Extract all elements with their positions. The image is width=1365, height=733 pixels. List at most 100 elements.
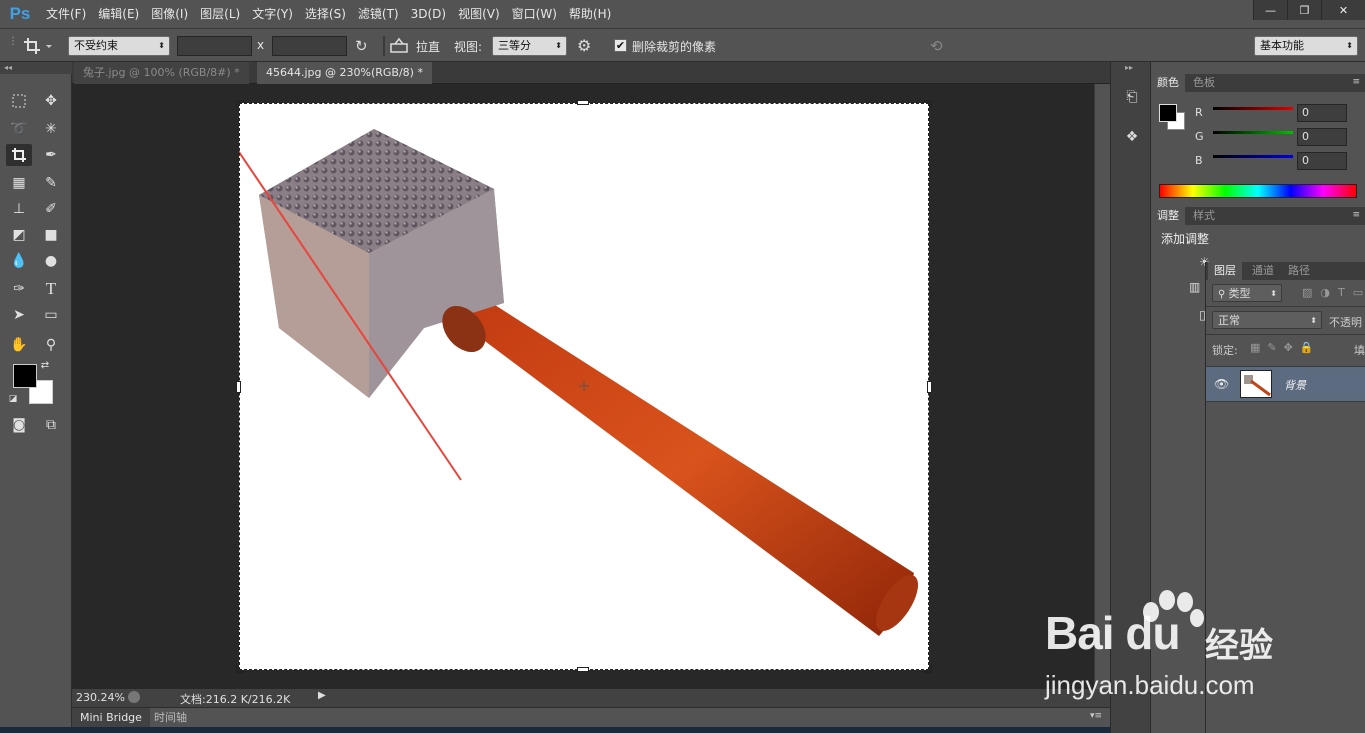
layer-name[interactable]: 背景: [1284, 377, 1306, 393]
brush-tool[interactable]: ✎: [38, 172, 64, 194]
menu-filter[interactable]: 滤镜(T): [352, 0, 405, 28]
crop-handle-right[interactable]: [927, 381, 932, 393]
tab-adjustments[interactable]: 调整: [1151, 207, 1185, 225]
restore-button[interactable]: ❐: [1287, 0, 1321, 20]
layer-filter-icons[interactable]: ▨◑T▭: [1302, 286, 1365, 299]
crop-handle-top[interactable]: [577, 100, 589, 105]
stamp-icon: ⊥: [12, 201, 26, 217]
levels-icon[interactable]: ▥: [1189, 280, 1200, 294]
status-menu-icon[interactable]: [128, 691, 140, 703]
channel-b-slider[interactable]: [1213, 155, 1293, 158]
minimize-button[interactable]: —: [1253, 0, 1287, 20]
foreground-color-swatch[interactable]: [13, 364, 37, 388]
play-arrow-icon[interactable]: ▶: [318, 690, 326, 701]
crop-handle-bottom[interactable]: [577, 667, 589, 672]
magic-wand-tool[interactable]: ✳: [38, 118, 64, 140]
crop-handle-bottom-right[interactable]: [924, 665, 932, 673]
tab-timeline[interactable]: 时间轴: [146, 708, 195, 728]
crop-handle-bottom-left[interactable]: [236, 665, 244, 673]
delete-cropped-checkbox[interactable]: ✔: [614, 39, 627, 52]
layer-filter-dropdown[interactable]: ⚲ 类型 ⬍: [1212, 284, 1282, 302]
crop-tool[interactable]: [6, 144, 32, 166]
height-input[interactable]: [272, 36, 347, 56]
tab-styles[interactable]: 样式: [1187, 207, 1221, 225]
menu-window[interactable]: 窗口(W): [506, 0, 563, 28]
channel-r-slider[interactable]: [1213, 107, 1293, 110]
close-button[interactable]: ✕: [1321, 0, 1365, 20]
panel-menu-icon[interactable]: ≡: [1352, 210, 1360, 220]
menu-select[interactable]: 选择(S): [299, 0, 352, 28]
overlay-view-dropdown[interactable]: 三等分 ⬍: [492, 36, 567, 56]
crop-handle-left[interactable]: [236, 381, 241, 393]
move-tool[interactable]: ✥: [38, 90, 64, 112]
tab-paths[interactable]: 路径: [1282, 262, 1316, 280]
default-colors-icon[interactable]: ◪: [6, 392, 20, 406]
eye-icon[interactable]: 👁: [1214, 377, 1229, 391]
channel-r-input[interactable]: 0: [1297, 104, 1347, 122]
straighten-button[interactable]: [389, 36, 409, 56]
marquee-tool[interactable]: [6, 90, 32, 112]
history-icon[interactable]: ⎗: [1121, 86, 1143, 108]
tab-color[interactable]: 颜色: [1151, 74, 1185, 92]
panel-menu-icon[interactable]: ▾≡: [1090, 711, 1102, 721]
channel-b-input[interactable]: 0: [1297, 152, 1347, 170]
color-foreground-swatch[interactable]: [1159, 104, 1177, 122]
menu-type[interactable]: 文字(Y): [246, 0, 299, 28]
expand-panels-icon[interactable]: ▸▸: [1125, 63, 1133, 72]
menu-image[interactable]: 图像(I): [145, 0, 194, 28]
zoom-tool[interactable]: ⚲: [38, 334, 64, 356]
crop-bounding-box[interactable]: [239, 103, 929, 670]
tool-preset-picker[interactable]: [20, 34, 54, 58]
properties-icon[interactable]: ❖: [1121, 126, 1143, 148]
menu-file[interactable]: 文件(F): [40, 0, 92, 28]
tab-layers[interactable]: 图层: [1208, 262, 1242, 280]
lasso-tool[interactable]: ➰: [6, 118, 32, 140]
screen-mode-button[interactable]: ⧉: [38, 414, 64, 436]
tab-channels[interactable]: 通道: [1246, 262, 1280, 280]
path-select-tool[interactable]: ➤: [6, 304, 32, 326]
gradient-tool[interactable]: ■: [38, 224, 64, 246]
eyedropper-tool[interactable]: ✒: [38, 144, 64, 166]
reset-icon[interactable]: ⟲: [930, 36, 952, 56]
canvas-area[interactable]: [72, 55, 1110, 689]
blur-tool[interactable]: 💧: [6, 250, 32, 272]
swap-rotate-icon[interactable]: ↻: [355, 36, 375, 56]
menu-edit[interactable]: 编辑(E): [92, 0, 145, 28]
eraser-tool[interactable]: ◩: [6, 224, 32, 246]
panel-menu-icon[interactable]: ≡: [1352, 77, 1360, 87]
swap-colors-icon[interactable]: ⇄: [38, 358, 52, 372]
gear-icon[interactable]: ⚙: [577, 36, 601, 56]
healing-tool[interactable]: ▦: [6, 172, 32, 194]
shape-tool[interactable]: ▭: [38, 304, 64, 326]
lock-icons[interactable]: ▦✎✥🔒: [1250, 341, 1321, 354]
channel-g-slider[interactable]: [1213, 131, 1293, 134]
menu-3d[interactable]: 3D(D): [405, 0, 452, 28]
color-spectrum-bar[interactable]: [1159, 184, 1357, 198]
workspace-dropdown[interactable]: 基本功能 ⬍: [1254, 36, 1358, 56]
dodge-tool[interactable]: ●: [38, 250, 64, 272]
type-tool[interactable]: T: [38, 278, 64, 300]
zoom-level[interactable]: 230.24%: [76, 691, 125, 704]
tab-swatches[interactable]: 色板: [1187, 74, 1221, 92]
menu-help[interactable]: 帮助(H): [563, 0, 617, 28]
menu-view[interactable]: 视图(V): [452, 0, 506, 28]
tab-45644-jpg[interactable]: 45644.jpg @ 230%(RGB/8) *: [257, 62, 432, 84]
quick-mask-button[interactable]: ◙: [6, 414, 32, 436]
menu-layer[interactable]: 图层(L): [194, 0, 246, 28]
blend-mode-dropdown[interactable]: 正常 ⬍: [1212, 311, 1322, 329]
crop-handle-top-left[interactable]: [236, 100, 244, 108]
width-input[interactable]: [177, 36, 252, 56]
toolbar-collapse-bar[interactable]: ◂◂: [0, 62, 72, 74]
history-brush-tool[interactable]: ✐: [38, 198, 64, 220]
pen-tool[interactable]: ✑: [6, 278, 32, 300]
constraint-dropdown[interactable]: 不受约束 ⬍: [68, 36, 170, 56]
crop-handle-top-right[interactable]: [924, 100, 932, 108]
straighten-label[interactable]: 拉直: [416, 38, 440, 55]
eraser-icon: ◩: [12, 227, 26, 243]
hand-tool[interactable]: ✋: [6, 334, 32, 356]
tab-rabbit-jpg[interactable]: 兔子.jpg @ 100% (RGB/8#) *: [74, 62, 249, 84]
layer-row-background[interactable]: 👁 背景: [1206, 366, 1365, 402]
tab-mini-bridge[interactable]: Mini Bridge: [72, 708, 150, 728]
stamp-tool[interactable]: ⊥: [6, 198, 32, 220]
channel-g-input[interactable]: 0: [1297, 128, 1347, 146]
